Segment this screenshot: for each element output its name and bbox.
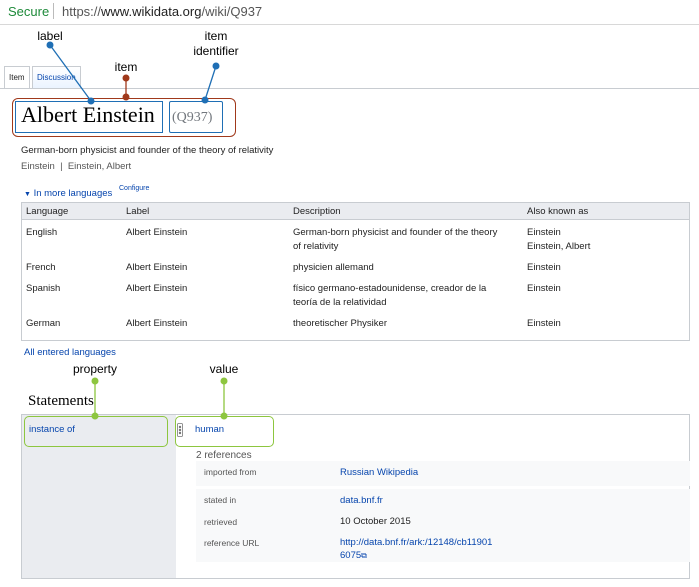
- cell-aka: Einstein, Albert: [527, 241, 591, 252]
- header-description: Description: [293, 206, 341, 217]
- tab-item[interactable]: Item: [4, 66, 30, 89]
- languages-table-header: Language Label Description Also known as: [22, 203, 689, 220]
- url-scheme: https://: [62, 4, 102, 19]
- reference-block: imported from Russian Wikipedia: [196, 461, 690, 486]
- statements-heading: Statements: [28, 393, 94, 409]
- item-annotation-box: [12, 98, 236, 137]
- entity-description: German-born physicist and founder of the…: [21, 145, 274, 156]
- references-toggle[interactable]: 2 references: [196, 450, 252, 461]
- cell-label: Albert Einstein: [126, 318, 188, 329]
- more-languages-label: In more languages: [33, 188, 113, 199]
- cell-description: physicien allemand: [293, 262, 374, 273]
- reference-value: 10 October 2015: [340, 516, 411, 527]
- cell-label: Albert Einstein: [126, 262, 188, 273]
- cell-description: físico germano-estadounidense, creador d…: [293, 283, 487, 294]
- url-path: /wiki/Q937: [201, 4, 263, 19]
- external-link-icon: ⧉: [361, 551, 367, 560]
- triangle-down-icon: ▼: [24, 191, 31, 198]
- reference-value[interactable]: data.bnf.fr: [340, 494, 383, 507]
- cell-language: French: [26, 262, 56, 273]
- header-also-known-as: Also known as: [527, 206, 589, 217]
- reference-url-link[interactable]: http://data.bnf.fr/ark:/12148/cb11901 607…: [340, 536, 492, 562]
- value-annotation-box: [175, 416, 274, 447]
- property-annotation-box: [24, 416, 168, 447]
- cell-aka: Einstein: [527, 318, 561, 329]
- header-label: Label: [126, 206, 150, 217]
- cell-description: of relativity: [293, 241, 339, 252]
- cell-language: Spanish: [26, 283, 61, 294]
- all-languages-link[interactable]: All entered languages: [24, 347, 116, 358]
- configure-link[interactable]: Configure: [119, 185, 149, 192]
- tabs-divider: [0, 88, 699, 89]
- label-annotation: label: [37, 29, 63, 43]
- item-annotation: item: [114, 60, 138, 74]
- cell-aka: Einstein: [527, 262, 561, 273]
- reference-property[interactable]: imported from: [204, 467, 256, 477]
- cell-label: Albert Einstein: [126, 227, 188, 238]
- item-identifier-annotation-line2: identifier: [193, 44, 239, 58]
- reference-value[interactable]: Russian Wikipedia: [340, 466, 418, 479]
- property-annotation: property: [72, 362, 118, 376]
- url-host: www.wikidata.org: [101, 4, 202, 19]
- languages-table: Language Label Description Also known as…: [21, 202, 690, 341]
- address-bar[interactable]: Secure https://www.wikidata.org/wiki/Q93…: [0, 0, 699, 25]
- cell-description: theoretischer Physiker: [293, 318, 387, 329]
- cell-aka: Einstein: [527, 227, 561, 238]
- tab-discussion[interactable]: Discussion: [32, 66, 81, 89]
- item-identifier-annotation-line1: item: [204, 29, 228, 43]
- cell-description: teoría de la relatividad: [293, 297, 387, 308]
- cell-description: German-born physicist and founder of the…: [293, 227, 498, 238]
- cell-label: Albert Einstein: [126, 283, 188, 294]
- reference-url-line1: http://data.bnf.fr/ark:/12148/cb11901: [340, 537, 493, 548]
- cell-aka: Einstein: [527, 283, 561, 294]
- address-separator: [53, 3, 54, 19]
- reference-url-line2: 6075: [340, 550, 362, 561]
- cell-language: English: [26, 227, 58, 238]
- reference-property[interactable]: stated in: [204, 495, 236, 505]
- entity-aliases: Einstein | Einstein, Albert: [21, 161, 132, 172]
- reference-property[interactable]: retrieved: [204, 517, 237, 527]
- more-languages-toggle[interactable]: ▼ In more languages: [24, 188, 112, 199]
- url-text[interactable]: https://www.wikidata.org/wiki/Q937: [62, 4, 262, 19]
- reference-block: stated in data.bnf.fr retrieved 10 Octob…: [196, 489, 690, 562]
- cell-language: German: [26, 318, 61, 329]
- secure-indicator[interactable]: Secure: [8, 4, 49, 19]
- value-annotation: value: [209, 362, 239, 376]
- reference-property[interactable]: reference URL: [204, 538, 259, 548]
- header-language: Language: [26, 206, 69, 217]
- item-identifier-annotation: item identifier: [183, 29, 249, 59]
